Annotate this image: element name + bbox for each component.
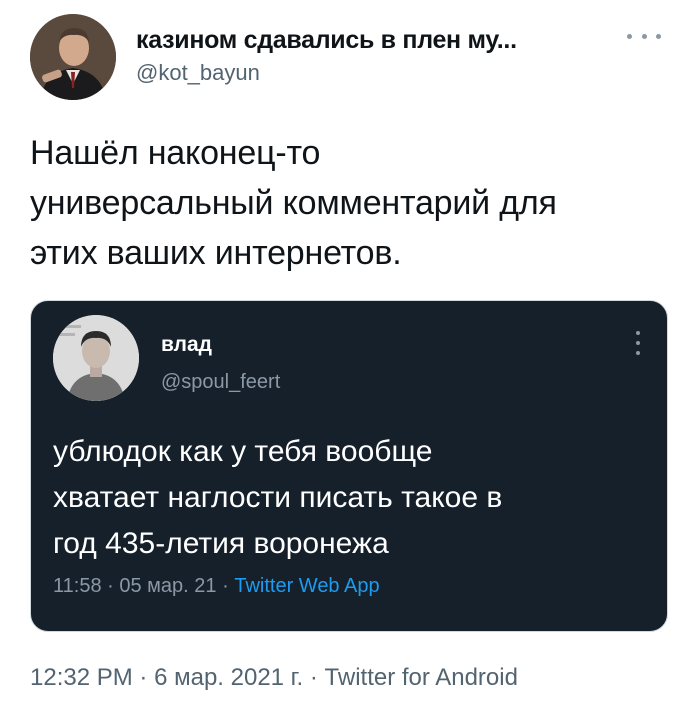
author-name[interactable]: казином сдавались в плен му...	[136, 26, 517, 55]
tweet-text-line: этих ваших интернетов.	[30, 234, 402, 272]
more-vertical-icon[interactable]	[635, 331, 641, 355]
quoted-text-line: год 435-летия воронежа	[53, 527, 389, 560]
quoted-source-link[interactable]: Twitter Web App	[234, 575, 379, 597]
dot-icon	[636, 351, 640, 355]
quoted-time[interactable]: 11:58	[53, 575, 102, 597]
quoted-text-line: хватает наглости писать такое в	[53, 481, 503, 514]
dot-icon	[636, 341, 640, 345]
dot-icon	[641, 33, 647, 39]
quoted-tweet-meta: 11:58 · 05 мар. 21 · Twitter Web App	[53, 575, 380, 598]
tweet-time[interactable]: 12:32 PM	[30, 664, 133, 691]
dot-icon	[656, 33, 661, 39]
tweet-meta: 12:32 PM · 6 мар. 2021 г. · Twitter for …	[30, 664, 518, 692]
tweet-text: Нашёл наконец-то универсальный комментар…	[30, 128, 680, 278]
quoted-text-line: ублюдок как у тебя вообще	[53, 435, 433, 468]
dot-icon	[636, 331, 640, 335]
tweet: казином сдавались в плен му... @kot_bayu…	[0, 0, 700, 717]
quoted-author-name[interactable]: влад	[161, 333, 212, 357]
separator: ·	[222, 575, 229, 597]
separator: ·	[309, 664, 318, 691]
author-avatar-image	[30, 14, 116, 100]
quoted-date[interactable]: 05 мар. 21	[119, 575, 216, 597]
quoted-author-handle[interactable]: @spoul_feert	[161, 371, 280, 394]
separator: ·	[139, 664, 148, 691]
tweet-text-line: Нашёл наконец-то	[30, 134, 321, 172]
more-horizontal-icon[interactable]	[627, 30, 661, 42]
dot-icon	[627, 33, 632, 39]
tweet-text-line: универсальный комментарий для	[30, 184, 557, 222]
tweet-source[interactable]: Twitter for Android	[325, 664, 518, 691]
quoted-tweet-card[interactable]: влад @spoul_feert ублюдок как у тебя воо…	[30, 300, 668, 632]
quoted-tweet-text: ублюдок как у тебя вообще хватает наглос…	[53, 429, 653, 567]
quoted-author-avatar[interactable]	[53, 315, 139, 401]
tweet-date[interactable]: 6 мар. 2021 г.	[154, 664, 303, 691]
separator: ·	[107, 575, 114, 597]
quoted-author-avatar-image	[53, 315, 139, 401]
author-handle[interactable]: @kot_bayun	[136, 60, 260, 86]
author-avatar[interactable]	[30, 14, 116, 100]
